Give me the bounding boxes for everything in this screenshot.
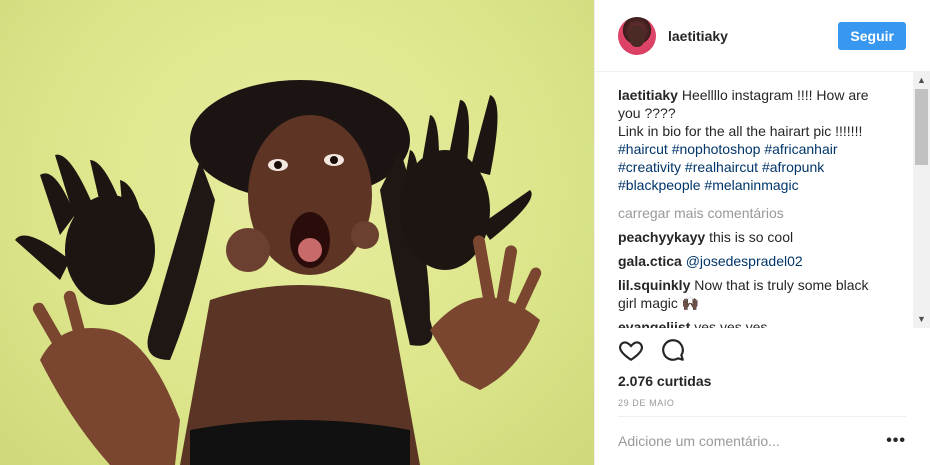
- post-actions: [618, 337, 686, 363]
- hashtag-line: #blackpeople #melaninmagic: [618, 176, 901, 194]
- hashtag-link[interactable]: #creativity: [618, 159, 681, 175]
- speech-bubble-icon[interactable]: [660, 337, 686, 363]
- follow-button[interactable]: Seguir: [838, 21, 906, 50]
- post-image: [15, 80, 542, 465]
- comment-text: this is so cool: [709, 229, 794, 245]
- comments-section: laetitiaky Heellllo instagram !!!! How a…: [595, 72, 930, 328]
- hashtag-line: #haircut #nophotoshop #africanhair: [618, 140, 901, 158]
- heart-outline-icon[interactable]: [618, 337, 644, 363]
- scrollbar-thumb[interactable]: [915, 89, 928, 165]
- divider: [618, 416, 906, 417]
- hashtag-link[interactable]: #blackpeople: [618, 177, 701, 193]
- post-sidebar: laetitiaky Seguir laetitiaky Heellllo in…: [594, 0, 930, 465]
- post-date[interactable]: 29 DE MAIO: [618, 398, 675, 408]
- comment: gala.ctica @josedespradel02: [618, 252, 901, 270]
- caption-text-line-2: you ????: [618, 105, 676, 121]
- load-more-comments-link[interactable]: carregar mais comentários: [618, 204, 901, 222]
- hashtag-link[interactable]: #africanhair: [764, 141, 837, 157]
- avatar[interactable]: [618, 16, 656, 55]
- comment-text: yes yes yes: [694, 319, 768, 328]
- comment-username[interactable]: gala.ctica: [618, 253, 682, 269]
- comment: evangeliist yes yes yes: [618, 318, 901, 328]
- hashtag-link[interactable]: #realhaircut: [685, 159, 758, 175]
- comment: lil.squinkly Now that is truly some blac…: [618, 276, 901, 312]
- add-comment-input[interactable]: [618, 433, 878, 449]
- hashtag-link[interactable]: #haircut: [618, 141, 668, 157]
- comment-username[interactable]: lil.squinkly: [618, 277, 690, 293]
- comment: peachyykayy this is so cool: [618, 228, 901, 246]
- caption-text-line-3: Link in bio for the all the hairart pic …: [618, 123, 863, 139]
- scroll-down-arrow-icon[interactable]: ▼: [913, 311, 930, 328]
- hashtag-link[interactable]: #nophotoshop: [672, 141, 761, 157]
- scroll-up-arrow-icon[interactable]: ▲: [913, 72, 930, 89]
- header-username[interactable]: laetitiaky: [668, 28, 728, 44]
- caption-text-line-1: Heellllo instagram !!!! How are: [681, 87, 869, 103]
- post-photo[interactable]: [0, 0, 594, 465]
- instagram-post: laetitiaky Seguir laetitiaky Heellllo in…: [0, 0, 930, 465]
- likes-count[interactable]: 2.076 curtidas: [618, 373, 711, 389]
- comments-scrollbar[interactable]: ▲ ▼: [913, 72, 930, 328]
- hashtag-link[interactable]: #melaninmagic: [704, 177, 798, 193]
- post-header: laetitiaky Seguir: [595, 0, 930, 72]
- comment-mention-link[interactable]: @josedespradel02: [686, 253, 803, 269]
- comment-text-continued: girl magic 🙌🏿: [618, 295, 700, 311]
- hashtag-line: #creativity #realhaircut #afropunk: [618, 158, 901, 176]
- comment-username[interactable]: peachyykayy: [618, 229, 705, 245]
- more-options-icon[interactable]: •••: [886, 433, 906, 449]
- hashtag-link[interactable]: #afropunk: [762, 159, 824, 175]
- comment-text: Now that is truly some black: [694, 277, 869, 293]
- comment-username[interactable]: evangeliist: [618, 319, 690, 328]
- caption-username[interactable]: laetitiaky: [618, 87, 678, 103]
- caption: laetitiaky Heellllo instagram !!!! How a…: [618, 86, 901, 194]
